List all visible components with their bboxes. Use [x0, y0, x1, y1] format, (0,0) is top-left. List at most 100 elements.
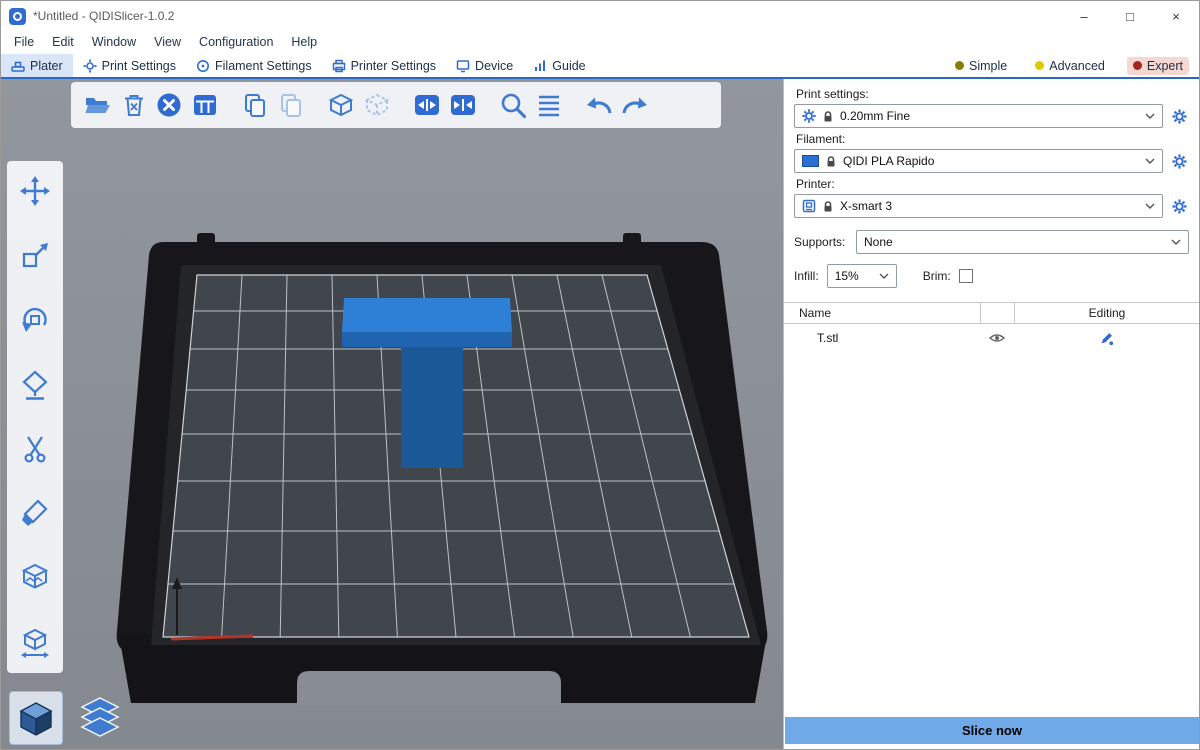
brim-checkbox[interactable]	[959, 269, 973, 283]
arrange-button[interactable]	[187, 85, 223, 125]
mode-simple[interactable]: Simple	[949, 57, 1013, 75]
move-tool-button[interactable]	[15, 173, 55, 209]
plater-icon	[11, 59, 25, 73]
tab-device[interactable]: Device	[446, 54, 523, 77]
view-switch	[9, 691, 127, 745]
split-to-parts-button[interactable]	[445, 85, 481, 125]
object-list-header: Name Editing	[784, 302, 1199, 324]
tab-label: Printer Settings	[351, 59, 436, 73]
supports-label: Supports:	[794, 235, 856, 249]
chevron-down-icon	[1145, 113, 1155, 119]
print-settings-icon	[83, 59, 97, 73]
object-list: Name Editing T.stl	[784, 302, 1199, 352]
mode-expert[interactable]: Expert	[1127, 57, 1189, 75]
search-icon	[499, 91, 527, 119]
mode-label: Expert	[1147, 59, 1183, 73]
printer-icon	[802, 199, 816, 213]
infill-combo[interactable]: 15%	[827, 264, 897, 288]
column-editing: Editing	[1014, 303, 1199, 323]
layers-icon	[536, 92, 562, 118]
tab-guide[interactable]: Guide	[523, 54, 595, 77]
view-preview-button[interactable]	[73, 691, 127, 745]
maximize-button[interactable]: □	[1107, 1, 1153, 31]
gear-icon	[1172, 154, 1187, 169]
infill-label: Infill:	[794, 269, 819, 283]
arrange-icon	[192, 92, 218, 118]
tab-label: Device	[475, 59, 513, 73]
supports-combo[interactable]: None	[856, 230, 1189, 254]
scene-canvas[interactable]	[1, 79, 783, 750]
minimize-button[interactable]: –	[1061, 1, 1107, 31]
paste-icon	[278, 92, 304, 118]
printer-combo[interactable]: X-smart 3	[794, 194, 1163, 218]
simple-dot-icon	[955, 61, 964, 70]
view-3d-editor-button[interactable]	[9, 691, 63, 745]
search-button[interactable]	[495, 85, 531, 125]
delete-all-button[interactable]	[151, 85, 187, 125]
paste-button[interactable]	[273, 85, 309, 125]
advanced-dot-icon	[1035, 61, 1044, 70]
object-row[interactable]: T.stl	[784, 324, 1199, 352]
mode-switcher: Simple Advanced Expert	[949, 54, 1199, 77]
remove-instance-button[interactable]	[359, 85, 395, 125]
tab-bar: Plater Print Settings Filament Settings	[1, 54, 1199, 79]
mode-label: Simple	[969, 59, 1007, 73]
print-settings-gear-button[interactable]	[1169, 105, 1189, 127]
open-button[interactable]	[79, 85, 115, 125]
guide-icon	[533, 59, 547, 73]
delete-button[interactable]	[115, 85, 151, 125]
variable-layer-height-button[interactable]	[531, 85, 567, 125]
printer-settings-icon	[332, 59, 346, 73]
redo-button[interactable]	[617, 85, 653, 125]
lock-icon	[822, 200, 834, 213]
printer-gear-button[interactable]	[1169, 195, 1189, 217]
place-on-face-tool-button[interactable]	[15, 367, 55, 403]
tab-label: Guide	[552, 59, 585, 73]
split-to-objects-button[interactable]	[409, 85, 445, 125]
seam-tool-button[interactable]	[15, 560, 55, 596]
edit-icon[interactable]	[1099, 331, 1114, 346]
model-top-face	[342, 298, 512, 332]
fuzzy-cube-icon	[19, 562, 51, 594]
tab-print-settings[interactable]: Print Settings	[73, 54, 186, 77]
close-button[interactable]: ×	[1153, 1, 1199, 31]
paint-supports-icon	[19, 498, 51, 530]
remove-instance-icon	[364, 92, 390, 118]
tab-plater[interactable]: Plater	[1, 54, 73, 77]
app-window: *Untitled - QIDISlicer-1.0.2 – □ × File …	[0, 0, 1200, 750]
paint-supports-tool-button[interactable]	[15, 496, 55, 532]
menu-view[interactable]: View	[145, 31, 190, 54]
bed-handle-notch	[297, 671, 561, 705]
filament-gear-button[interactable]	[1169, 150, 1189, 172]
split-objects-icon	[413, 92, 441, 118]
main-area: Print settings:	[1, 79, 1199, 749]
scale-tool-button[interactable]	[15, 238, 55, 274]
plater-toolbar	[71, 82, 721, 128]
rotate-tool-button[interactable]	[15, 302, 55, 338]
settings-sidebar: Print settings:	[783, 79, 1199, 749]
add-instance-button[interactable]	[323, 85, 359, 125]
menu-configuration[interactable]: Configuration	[190, 31, 282, 54]
copy-button[interactable]	[237, 85, 273, 125]
mode-advanced[interactable]: Advanced	[1029, 57, 1111, 75]
brim-label: Brim:	[923, 269, 951, 283]
menu-window[interactable]: Window	[83, 31, 145, 54]
slice-now-button[interactable]: Slice now	[785, 717, 1199, 744]
eye-icon[interactable]	[989, 332, 1005, 344]
tab-filament-settings[interactable]: Filament Settings	[186, 54, 322, 77]
chevron-down-icon	[1145, 203, 1155, 209]
menu-edit[interactable]: Edit	[43, 31, 83, 54]
cut-tool-button[interactable]	[15, 431, 55, 467]
undo-button[interactable]	[581, 85, 617, 125]
undo-icon	[585, 92, 613, 118]
measure-tool-button[interactable]	[15, 625, 55, 661]
lock-icon	[825, 155, 837, 168]
menu-help[interactable]: Help	[282, 31, 326, 54]
cube-view-icon	[16, 698, 56, 738]
expert-dot-icon	[1133, 61, 1142, 70]
print-settings-combo[interactable]: 0.20mm Fine	[794, 104, 1163, 128]
viewport-3d[interactable]	[1, 79, 783, 750]
menu-file[interactable]: File	[5, 31, 43, 54]
filament-combo[interactable]: QIDI PLA Rapido	[794, 149, 1163, 173]
tab-printer-settings[interactable]: Printer Settings	[322, 54, 446, 77]
